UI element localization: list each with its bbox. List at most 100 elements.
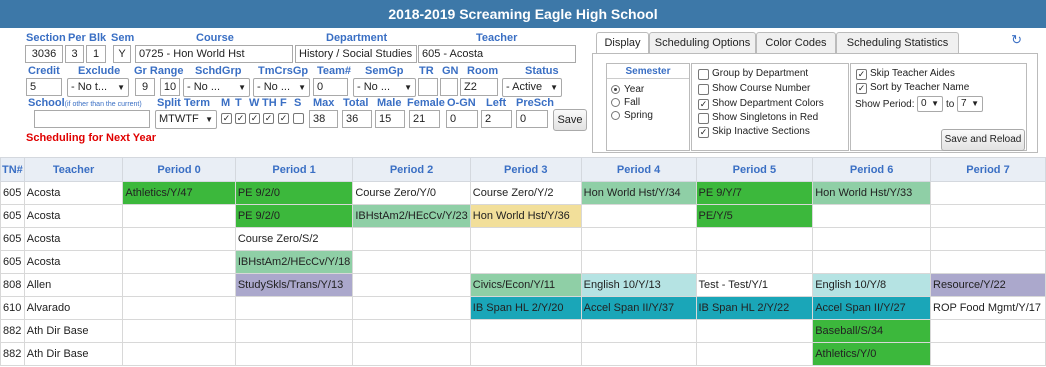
o-gn-field[interactable]: 0 [446, 110, 478, 128]
period-cell[interactable] [352, 342, 471, 366]
period-cell[interactable]: StudySkls/Trans/Y/13 [234, 273, 354, 297]
day-checkbox-s[interactable] [293, 113, 304, 124]
period-cell[interactable] [122, 296, 236, 320]
period-cell[interactable]: Test - Test/Y/1 [695, 273, 814, 297]
period-cell[interactable]: ROP Food Mgmt/Y/17 [930, 296, 1046, 320]
period-cell[interactable] [812, 227, 931, 251]
period-cell[interactable] [580, 250, 697, 274]
show-course-number-checkbox[interactable] [698, 84, 709, 95]
column-header[interactable]: Period 4 [580, 157, 697, 182]
period-cell[interactable] [234, 296, 354, 320]
period-cell[interactable] [695, 250, 814, 274]
period-cell[interactable]: Baseball/S/34 [812, 319, 931, 343]
period-cell[interactable] [352, 296, 471, 320]
period-cell[interactable] [122, 227, 236, 251]
period-cell[interactable]: English 10/Y/8 [812, 273, 931, 297]
semester-radio-year[interactable] [611, 85, 620, 94]
column-header[interactable]: TN# [0, 157, 25, 182]
period-cell[interactable] [930, 250, 1046, 274]
period-cell[interactable]: IBHstAm2/HEcCv/Y/18 [234, 250, 354, 274]
max-field[interactable]: 38 [309, 110, 338, 128]
team-field[interactable]: 0 [313, 78, 348, 96]
refresh-icon[interactable]: ↻ [1011, 32, 1022, 48]
period-cell[interactable] [930, 319, 1046, 343]
period-cell[interactable]: Accel Span II/Y/27 [812, 296, 931, 320]
period-cell[interactable]: Civics/Econ/Y/11 [469, 273, 582, 297]
grade-low-field[interactable]: 9 [135, 78, 155, 96]
schdgrp-select[interactable]: - No ... ▼ [183, 78, 250, 97]
period-cell[interactable]: Hon World Hst/Y/36 [469, 204, 582, 228]
period-cell[interactable]: Hon World Hst/Y/33 [812, 181, 931, 205]
period-cell[interactable]: English 10/Y/13 [580, 273, 697, 297]
period-cell[interactable]: Athletics/Y/0 [812, 342, 931, 366]
male-field[interactable]: 15 [375, 110, 405, 128]
column-header[interactable]: Period 2 [352, 157, 471, 182]
total-field[interactable]: 36 [342, 110, 372, 128]
period-cell[interactable]: PE 9/Y/7 [695, 181, 814, 205]
period-cell[interactable] [469, 227, 582, 251]
period-cell[interactable] [234, 342, 354, 366]
teacher-name-cell[interactable]: Ath Dir Base [23, 342, 124, 366]
period-cell[interactable] [930, 181, 1046, 205]
period-cell[interactable] [469, 250, 582, 274]
day-checkbox-w[interactable]: ✓ [249, 113, 260, 124]
period-cell[interactable] [930, 342, 1046, 366]
period-cell[interactable] [695, 227, 814, 251]
room-field[interactable]: Z2 [460, 78, 498, 96]
teacher-field[interactable]: 605 - Acosta [418, 45, 576, 63]
period-cell[interactable] [469, 319, 582, 343]
status-select[interactable]: - Active ▼ [502, 78, 562, 97]
period-cell[interactable]: Athletics/Y/47 [122, 181, 236, 205]
presch-field[interactable]: 0 [516, 110, 548, 128]
gn-field[interactable] [440, 78, 458, 96]
sort-by-teacher-checkbox[interactable]: ✓ [856, 83, 867, 94]
course-field[interactable]: 0725 - Hon World Hst [135, 45, 293, 63]
period-to-select[interactable]: 7 ▼ [957, 96, 983, 112]
skip-inactive-sections-checkbox[interactable]: ✓ [698, 127, 709, 138]
teacher-name-cell[interactable]: Alvarado [23, 296, 124, 320]
credit-field[interactable]: 5 [26, 78, 62, 96]
period-cell[interactable]: PE 9/2/0 [234, 181, 354, 205]
day-checkbox-m[interactable]: ✓ [221, 113, 232, 124]
column-header[interactable]: Period 3 [469, 157, 582, 182]
column-header[interactable]: Period 5 [695, 157, 814, 182]
teacher-name-cell[interactable]: Acosta [23, 227, 124, 251]
tab-scheduling-statistics[interactable]: Scheduling Statistics [836, 32, 959, 53]
teacher-name-cell[interactable]: Ath Dir Base [23, 319, 124, 343]
day-checkbox-f[interactable]: ✓ [278, 113, 289, 124]
day-checkbox-t[interactable]: ✓ [235, 113, 246, 124]
period-cell[interactable] [352, 319, 471, 343]
period-cell[interactable]: IB Span HL 2/Y/20 [469, 296, 582, 320]
period-cell[interactable] [469, 342, 582, 366]
period-cell[interactable] [695, 319, 814, 343]
grade-high-field[interactable]: 10 [160, 78, 180, 96]
period-cell[interactable]: IB Span HL 2/Y/22 [695, 296, 814, 320]
period-cell[interactable] [812, 204, 931, 228]
school-field[interactable] [34, 110, 150, 128]
period-cell[interactable] [580, 227, 697, 251]
period-cell[interactable] [122, 342, 236, 366]
period-cell[interactable] [234, 319, 354, 343]
period-cell[interactable]: Course Zero/Y/2 [469, 181, 582, 205]
tmcrsgp-select[interactable]: - No ... ▼ [253, 78, 310, 97]
period-cell[interactable] [812, 250, 931, 274]
period-cell[interactable] [352, 250, 471, 274]
save-and-reload-button[interactable]: Save and Reload [941, 129, 1025, 151]
semgp-select[interactable]: - No ... ▼ [353, 78, 416, 97]
period-cell[interactable] [122, 319, 236, 343]
teacher-name-cell[interactable]: Allen [23, 273, 124, 297]
column-header[interactable]: Period 7 [930, 157, 1046, 182]
period-cell[interactable]: Hon World Hst/Y/34 [580, 181, 697, 205]
period-cell[interactable]: Course Zero/Y/0 [352, 181, 471, 205]
show-department-colors-checkbox[interactable]: ✓ [698, 99, 709, 110]
split-term-select[interactable]: MTWTF ▼ [155, 110, 217, 129]
per-field[interactable]: 3 [65, 45, 84, 63]
teacher-name-cell[interactable]: Acosta [23, 204, 124, 228]
period-cell[interactable] [930, 204, 1046, 228]
period-cell[interactable] [580, 342, 697, 366]
period-cell[interactable]: Accel Span II/Y/37 [580, 296, 697, 320]
save-button[interactable]: Save [553, 109, 587, 131]
sem-field[interactable]: Y [113, 45, 131, 63]
period-cell[interactable] [580, 204, 697, 228]
semester-radio-spring[interactable] [611, 111, 620, 120]
